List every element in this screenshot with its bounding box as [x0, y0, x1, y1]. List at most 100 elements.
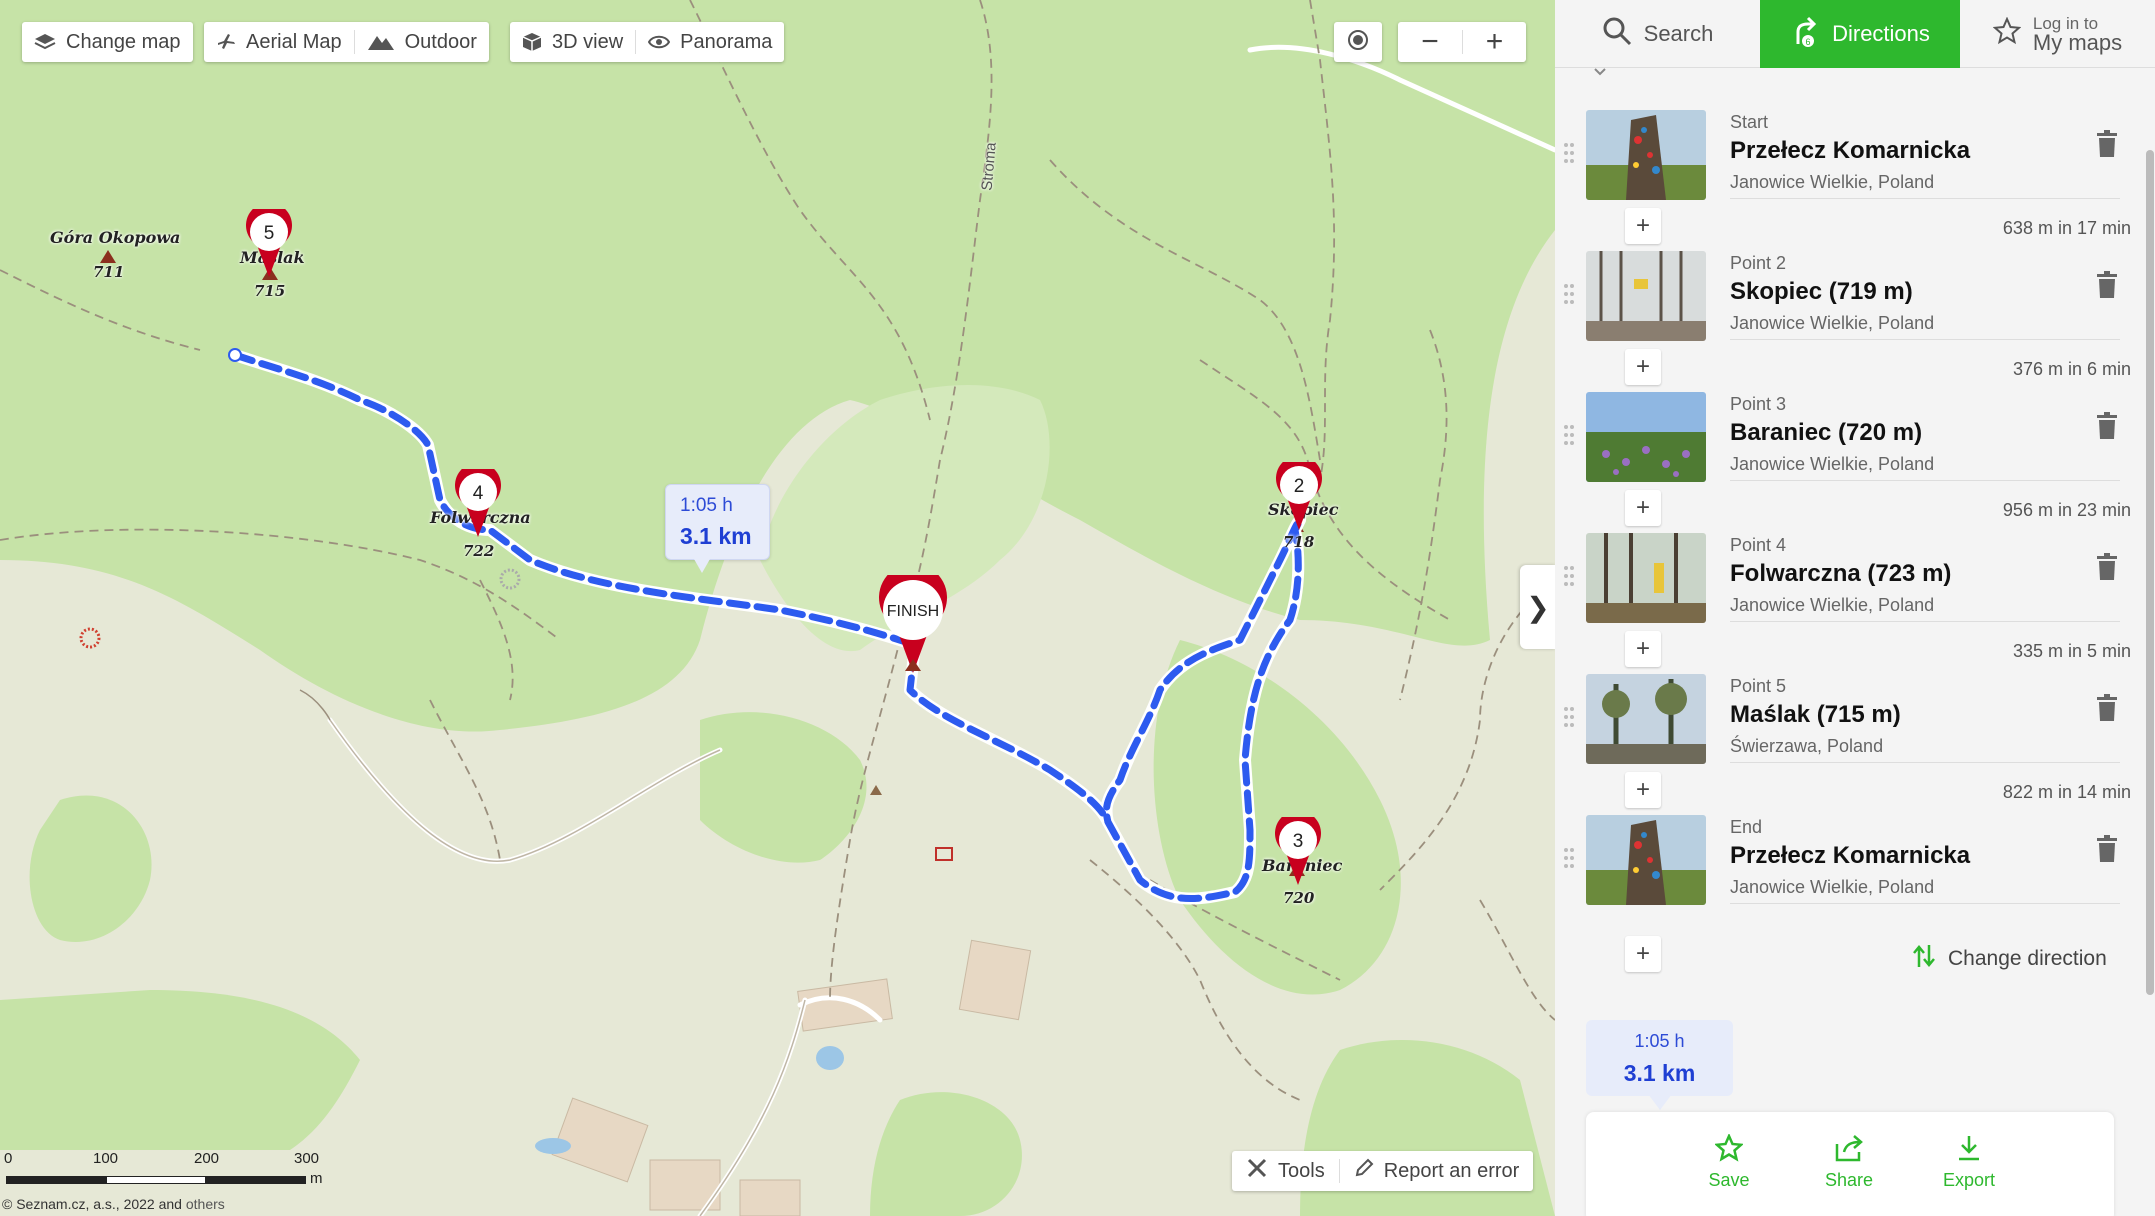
- add-stop-button[interactable]: +: [1625, 936, 1661, 972]
- route-stop-3[interactable]: Point 3 Baraniec (720 m) Janowice Wielki…: [1555, 392, 2135, 502]
- tab-search[interactable]: Search: [1555, 0, 1760, 68]
- scale-tick: 100: [93, 1150, 119, 1167]
- panorama-button[interactable]: Panorama: [636, 22, 784, 62]
- waypoint-pin-5[interactable]: 5: [244, 202, 294, 279]
- copyright-others-link[interactable]: others: [186, 1196, 225, 1212]
- report-error-button[interactable]: Report an error: [1340, 1151, 1534, 1191]
- route-info-bubble[interactable]: 1:05 h 3.1 km: [665, 484, 770, 573]
- aerial-map-label: Aerial Map: [246, 30, 342, 53]
- label-maslak-elevation: 715: [254, 282, 286, 300]
- stop-place: Janowice Wielkie, Poland: [1730, 877, 1935, 897]
- collapse-panel-button[interactable]: ❯: [1520, 565, 1555, 649]
- outdoor-button[interactable]: Outdoor: [355, 22, 489, 62]
- change-direction-label: Change direction: [1948, 947, 2107, 970]
- pin-number: 4: [473, 483, 484, 504]
- plane-icon: [216, 32, 236, 52]
- tab-my-maps[interactable]: Log in to My maps: [1960, 0, 2155, 68]
- route-stop-start[interactable]: Start Przełecz Komarnicka Janowice Wielk…: [1555, 110, 2135, 220]
- change-direction-button[interactable]: Change direction: [1912, 943, 2107, 975]
- waypoint-pin-4[interactable]: 4: [453, 462, 503, 539]
- panel-scrollbar[interactable]: [2146, 150, 2154, 995]
- add-stop-button[interactable]: +: [1625, 631, 1661, 667]
- stop-kind: Point 5: [1730, 676, 1787, 696]
- delete-stop-button[interactable]: [2095, 835, 2119, 868]
- stop-kind: Point 4: [1730, 535, 1787, 555]
- map-scale: 0 100 200 300 m: [4, 1148, 344, 1188]
- export-button[interactable]: Export: [1919, 1134, 2019, 1191]
- view-3d-label: 3D view: [552, 30, 624, 53]
- trash-icon: [2095, 130, 2119, 162]
- pencil-icon: [1354, 1158, 1374, 1184]
- delete-stop-button[interactable]: [2095, 553, 2119, 586]
- drag-handle-icon[interactable]: [1563, 142, 1575, 164]
- change-map-label: Change map: [66, 30, 181, 53]
- trash-icon: [2095, 553, 2119, 585]
- directions-icon: 6: [1790, 14, 1820, 54]
- stop-name[interactable]: Folwarczna (723 m): [1730, 560, 1951, 588]
- stop-name[interactable]: Maślak (715 m): [1730, 701, 1901, 729]
- change-map-button[interactable]: Change map: [22, 22, 193, 62]
- divider: [1730, 621, 2120, 622]
- add-stop-button[interactable]: +: [1625, 490, 1661, 526]
- drag-handle-icon[interactable]: [1563, 424, 1575, 446]
- map-canvas[interactable]: Góra Okopowa 711 Maślak 715 Folwarczna 7…: [0, 0, 1555, 1216]
- tools-label: Tools: [1278, 1159, 1325, 1182]
- route-stop-5[interactable]: Point 5 Maślak (715 m) Świerzawa, Poland: [1555, 674, 2135, 784]
- drag-handle-icon[interactable]: [1563, 565, 1575, 587]
- drag-handle-icon[interactable]: [1563, 706, 1575, 728]
- segment-info: 335 m in 5 min: [2012, 641, 2131, 661]
- delete-stop-button[interactable]: [2095, 130, 2119, 163]
- share-icon: [1799, 1134, 1899, 1162]
- trash-icon: [2095, 271, 2119, 303]
- stop-name[interactable]: Przełecz Komarnicka: [1730, 137, 1970, 165]
- copyright: © Seznam.cz, a.s., 2022 and others: [2, 1196, 225, 1212]
- stop-name[interactable]: Przełecz Komarnicka: [1730, 842, 1970, 870]
- trash-icon: [2095, 694, 2119, 726]
- copyright-text: © Seznam.cz, a.s., 2022 and: [2, 1196, 182, 1212]
- drag-handle-icon[interactable]: [1563, 847, 1575, 869]
- add-stop-button[interactable]: +: [1625, 349, 1661, 385]
- tab-my-maps-label: My maps: [2032, 29, 2123, 55]
- add-stop-button[interactable]: +: [1625, 772, 1661, 808]
- stop-photo: [1586, 533, 1706, 623]
- stop-photo: [1586, 110, 1706, 200]
- finish-label: FINISH: [887, 603, 939, 620]
- tools-icon: [1246, 1157, 1268, 1185]
- stop-photo: [1586, 251, 1706, 341]
- route-stop-end[interactable]: End Przełecz Komarnicka Janowice Wielkie…: [1555, 815, 2135, 925]
- tab-directions[interactable]: 6 Directions: [1760, 0, 1960, 68]
- finish-pin[interactable]: FINISH: [876, 563, 950, 675]
- divider: [1730, 198, 2120, 199]
- map-pin-icon: 4: [455, 462, 501, 537]
- summary-pointer: [1648, 1094, 1672, 1110]
- delete-stop-button[interactable]: [2095, 412, 2119, 445]
- save-button[interactable]: Save: [1679, 1134, 1779, 1191]
- plus-icon: +: [1635, 635, 1650, 662]
- stop-name[interactable]: Skopiec (719 m): [1730, 278, 1913, 306]
- label-gora-okopowa: Góra Okopowa: [50, 228, 181, 247]
- scale-tick: 200: [194, 1150, 220, 1167]
- route-stop-4[interactable]: Point 4 Folwarczna (723 m) Janowice Wiel…: [1555, 533, 2135, 643]
- share-button[interactable]: Share: [1799, 1134, 1899, 1191]
- add-stop-button[interactable]: +: [1625, 208, 1661, 244]
- locate-me-button[interactable]: [1334, 22, 1382, 62]
- route-stop-2[interactable]: Point 2 Skopiec (719 m) Janowice Wielkie…: [1555, 251, 2135, 361]
- waypoint-pin-2[interactable]: 2: [1274, 455, 1324, 532]
- tools-button[interactable]: Tools: [1232, 1151, 1339, 1191]
- change-map-group: Change map: [22, 22, 193, 62]
- outdoor-label: Outdoor: [404, 30, 477, 53]
- aerial-map-button[interactable]: Aerial Map: [204, 22, 354, 62]
- drag-handle-icon[interactable]: [1563, 283, 1575, 305]
- view-3d-button[interactable]: 3D view: [510, 22, 635, 62]
- summary-distance: 3.1 km: [1623, 1060, 1696, 1086]
- zoom-out-button[interactable]: −: [1398, 22, 1462, 62]
- delete-stop-button[interactable]: [2095, 271, 2119, 304]
- delete-stop-button[interactable]: [2095, 694, 2119, 727]
- zoom-in-button[interactable]: +: [1463, 22, 1526, 62]
- zoom-controls: − +: [1398, 22, 1526, 62]
- map-pin-icon: 2: [1276, 455, 1322, 530]
- stop-name[interactable]: Baraniec (720 m): [1730, 419, 1922, 447]
- waypoint-pin-3[interactable]: 3: [1273, 810, 1323, 887]
- pin-number: 3: [1293, 831, 1304, 852]
- pin-number: 5: [264, 223, 275, 244]
